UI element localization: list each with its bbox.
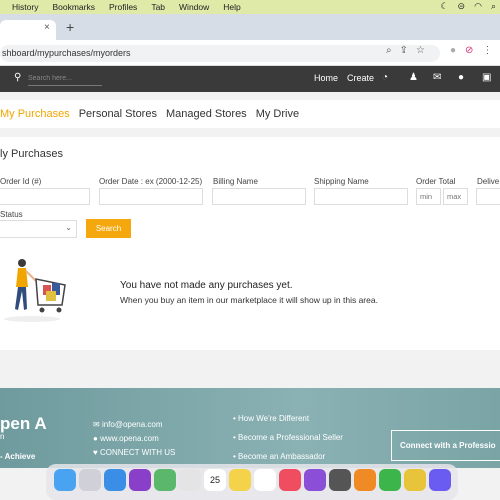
music-icon[interactable] [279,469,301,491]
purchases-card: ly Purchases Order Id (#) Order Date : e… [0,137,500,350]
order-id-input[interactable] [0,188,90,205]
dashboard-icon[interactable]: ◔ [382,72,388,83]
menu-dots-icon[interactable]: ⋮ [482,45,492,56]
footer-link-different[interactable]: • How We're Different [233,414,309,423]
footer-connect: ♥ CONNECT WITH US [93,448,176,457]
order-total-min-input[interactable] [416,188,441,205]
podcasts-icon[interactable] [304,469,326,491]
launchpad-icon[interactable] [79,469,101,491]
empty-state-title: You have not made any purchases yet. [120,280,293,291]
globe-icon[interactable]: ● [458,72,464,83]
purchases-subtabs: My Purchases Personal Stores Managed Sto… [0,100,500,128]
facetime-icon[interactable] [379,469,401,491]
search-button[interactable]: Search [86,219,131,238]
footer-link-label[interactable]: Become a Professional Seller [238,433,343,442]
settings-icon[interactable] [329,469,351,491]
close-tab-icon[interactable]: × [44,22,50,33]
tab-my-purchases[interactable]: My Purchases [0,108,70,120]
delivery-input[interactable] [476,188,500,205]
site-header: ⚲ Home Create ◔ ♟ ✉ ● ▣ [0,66,500,92]
browser-toolbar: shboard/mypurchases/myorders ⌕ ⇪ ☆ ● ⊘ ⋮ [0,40,500,66]
add-user-icon[interactable]: ♟ [409,72,418,83]
maps-icon[interactable] [154,469,176,491]
nav-create[interactable]: Create [347,73,374,83]
safari-icon[interactable] [104,469,126,491]
search-icon[interactable]: ⌕ [491,1,496,12]
extension-icon[interactable]: ● [450,45,456,56]
footer-logo-sub: n [0,432,5,441]
calendar-day: 25 [209,475,220,485]
menu-window[interactable]: Window [172,2,216,12]
website-text[interactable]: www.opena.com [100,434,159,443]
footer-tagline: - Achieve [0,452,36,461]
address-bar[interactable]: shboard/mypurchases/myorders [0,45,440,62]
mail-icon[interactable]: ✉ [433,72,441,83]
order-date-label: Order Date : ex (2000-12-25) [99,177,203,186]
footer-link-ambassador[interactable]: • Become an Ambassador [233,452,325,461]
finder-icon[interactable] [54,469,76,491]
photos-icon[interactable] [179,469,201,491]
footer-email[interactable]: ✉ info@opena.com [93,420,163,429]
wifi-icon[interactable]: ◠ [474,1,482,12]
billing-name-label: Billing Name [213,177,258,186]
shipping-name-input[interactable] [314,188,408,205]
search-icon: ⚲ [14,72,22,83]
sublime-icon[interactable] [354,469,376,491]
order-id-label: Order Id (#) [0,177,42,186]
new-tab-button[interactable]: + [66,19,74,35]
macos-menu-bar: History Bookmarks Profiles Tab Window He… [0,0,500,14]
bookmark-star-icon[interactable]: ☆ [416,45,425,56]
gift-icon[interactable]: ▣ [482,72,491,83]
browser-tab[interactable]: × [0,20,56,40]
chevron-down-icon: ⌄ [65,223,72,232]
chrome-icon[interactable] [404,469,426,491]
delivery-label: Delive [477,177,500,186]
browser-tab-strip: × + [0,14,500,40]
email-text[interactable]: info@opena.com [102,420,163,429]
zoom-icon[interactable]: ⌕ [386,45,392,56]
connect-text: CONNECT WITH US [99,448,176,457]
menu-bookmarks[interactable]: Bookmarks [45,2,102,12]
nav-home[interactable]: Home [314,73,338,83]
menu-history[interactable]: History [0,2,45,12]
extension-icon-2[interactable]: ⊘ [465,45,473,56]
reminders-icon[interactable] [254,469,276,491]
order-total-max-input[interactable] [443,188,468,205]
menu-profiles[interactable]: Profiles [102,2,144,12]
billing-name-input[interactable] [212,188,306,205]
share-icon[interactable]: ⇪ [400,45,408,56]
site-search-input[interactable] [28,72,102,86]
footer-link-label[interactable]: How We're Different [238,414,309,423]
menu-tab[interactable]: Tab [144,2,172,12]
notion-icon[interactable] [429,469,451,491]
order-date-input[interactable] [99,188,203,205]
messages-icon[interactable] [129,469,151,491]
footer-link-label[interactable]: Become an Ambassador [238,452,325,461]
site-footer: pen A n - Achieve ✉ info@opena.com ● www… [0,388,500,468]
tab-my-drive[interactable]: My Drive [256,108,299,120]
calendar-icon[interactable]: 25 [204,469,226,491]
footer-link-seller[interactable]: • Become a Professional Seller [233,433,343,442]
shipping-name-label: Shipping Name [314,177,369,186]
footer-website[interactable]: ● www.opena.com [93,434,159,443]
empty-state-subtitle: When you buy an item in our marketplace … [120,295,378,305]
tab-managed-stores[interactable]: Managed Stores [166,108,247,120]
moon-icon[interactable]: ☾ [440,1,448,12]
shopping-cart-illustration [4,259,66,322]
order-total-label: Order Total [416,177,456,186]
footer-logo: pen A [0,414,47,433]
menu-help[interactable]: Help [216,2,247,12]
tab-personal-stores[interactable]: Personal Stores [79,108,157,120]
connect-professional-button[interactable]: Connect with a Professio [391,430,500,461]
toggle-icon[interactable]: ⊝ [458,1,466,12]
status-label: Status [0,210,23,219]
status-select[interactable]: ⌄ [0,220,77,238]
notes-icon[interactable] [229,469,251,491]
macos-dock: 25 [46,464,458,500]
page-title: ly Purchases [0,148,63,160]
